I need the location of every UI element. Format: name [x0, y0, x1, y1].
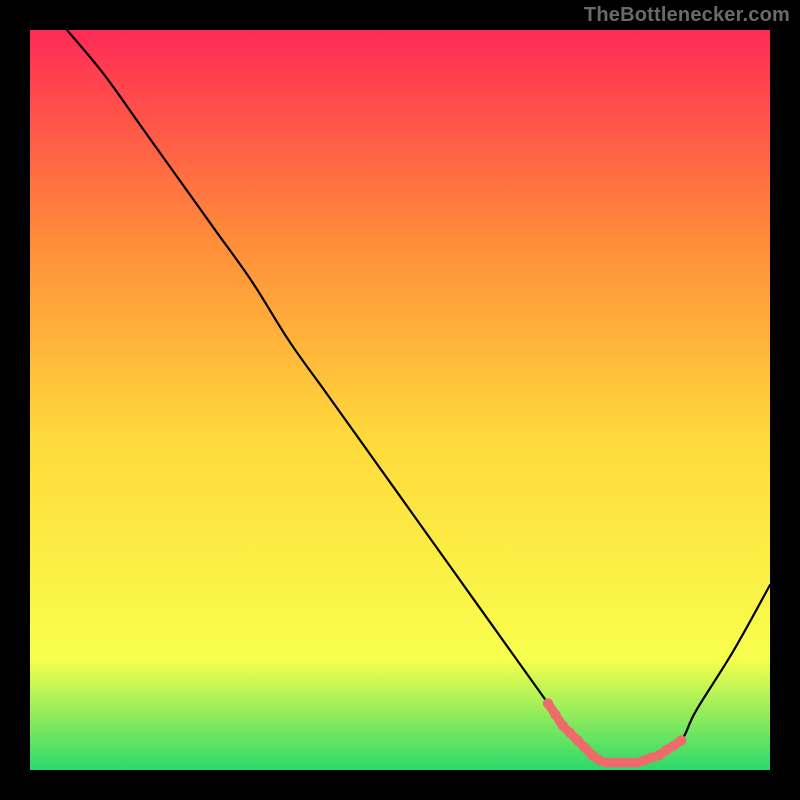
highlight-dot: [676, 735, 686, 745]
highlight-dot: [565, 728, 575, 738]
watermark-text: TheBottlenecker.com: [584, 4, 790, 27]
highlight-dot: [550, 709, 560, 719]
highlight-dot: [572, 735, 582, 745]
chart-canvas: [30, 30, 770, 770]
highlight-dot: [580, 743, 590, 753]
chart-frame: TheBottlenecker.com: [0, 0, 800, 800]
chart-background: [30, 30, 770, 770]
chart-plot-area: [30, 30, 770, 770]
highlight-dot: [543, 698, 553, 708]
highlight-dot: [558, 720, 568, 730]
